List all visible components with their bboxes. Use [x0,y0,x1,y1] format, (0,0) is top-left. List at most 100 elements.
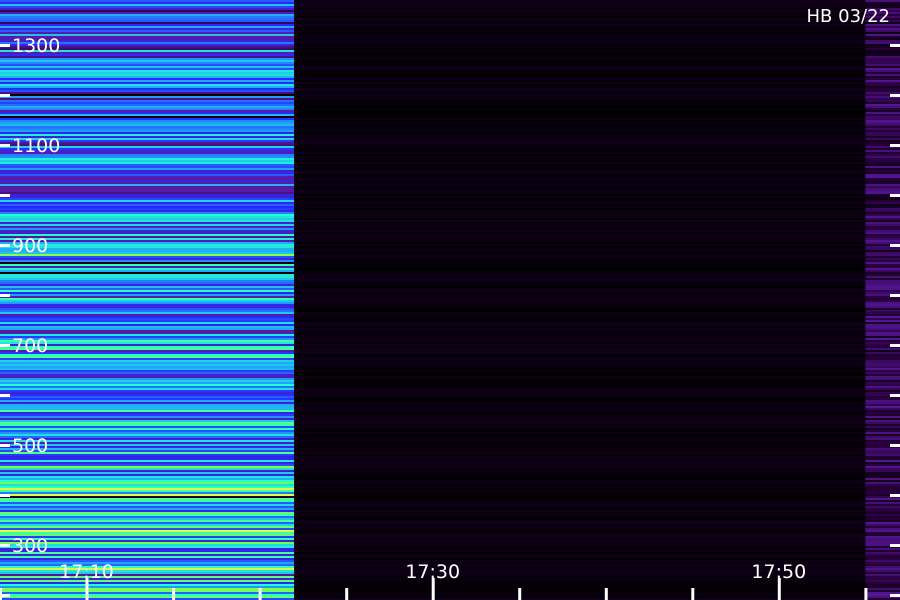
y-tick-right [890,594,900,597]
spectral-band [294,378,866,381]
spectral-band [865,214,900,217]
y-tick-right [890,294,900,297]
spectral-band [0,386,295,389]
spectral-band [294,204,866,207]
spectral-band [0,82,295,85]
spectral-band [865,62,900,65]
spectral-band [865,164,900,167]
spectral-band [294,238,866,241]
spectral-band [865,580,900,583]
spectral-band [865,500,900,503]
y-tick-left [0,44,10,47]
spectral-band [294,354,866,357]
spectral-band [865,274,900,277]
spectral-band [294,104,866,107]
spectral-band [865,104,900,107]
spectral-band [0,216,295,219]
spectral-band [865,110,900,113]
spectral-band [0,8,295,11]
spectral-band [0,2,295,5]
spectral-band [0,298,295,301]
spectral-band [865,200,900,203]
spectral-band [294,148,866,151]
spectral-band [0,404,295,407]
spectral-band [0,6,295,9]
spectral-band [0,120,295,123]
y-tick-right [890,94,900,97]
spectral-band [865,2,900,5]
spectral-band [0,180,295,183]
spectral-band [0,510,295,513]
spectral-band [0,494,295,497]
spectral-band [0,220,295,223]
spectral-band [865,288,900,291]
spectral-band [294,260,866,263]
spectral-band [294,352,866,355]
spectral-band [865,192,900,195]
spectral-band [294,74,866,77]
spectral-band [294,212,866,215]
spectral-band [294,70,866,73]
spectral-band [0,480,295,483]
spectral-band [0,506,295,509]
spectral-band [865,266,900,269]
spectral-band [0,286,295,289]
spectral-band [0,60,295,63]
spectral-band [294,26,866,29]
spectral-band [294,58,866,61]
spectral-band [294,512,866,515]
spectral-band [0,526,295,529]
spectral-band [294,558,866,561]
spectral-band [294,518,866,521]
spectral-band [294,288,866,291]
spectral-band [865,320,900,323]
spectral-band [294,42,866,45]
spectral-band [0,62,295,65]
spectral-band [294,278,866,281]
spectral-band [0,592,295,595]
spectral-band [865,154,900,157]
spectral-band [865,218,900,221]
y-tick-right [890,544,900,547]
spectral-band [865,256,900,259]
spectral-band [0,178,295,181]
spectral-band [0,594,295,597]
spectral-band [294,494,866,497]
spectral-band [865,448,900,451]
spectral-band [294,298,866,301]
spectral-band [0,230,295,233]
spectral-band [0,364,295,367]
spectral-band [294,202,866,205]
spectral-band [294,86,866,89]
spectral-band [0,392,295,395]
spectral-band [294,64,866,67]
spectral-band [865,78,900,81]
spectral-band [0,276,295,279]
spectral-band [294,0,866,3]
spectral-band [0,288,295,291]
spectral-band [294,528,866,531]
spectral-band [294,422,866,425]
spectral-band [0,104,295,107]
y-tick-label: 700 [12,335,48,357]
spectral-band [0,106,295,109]
spectral-band [294,420,866,423]
spectral-band [294,470,866,473]
spectral-band [865,564,900,567]
spectral-band [865,348,900,351]
spectral-band [294,486,866,489]
spectral-band [0,100,295,103]
spectral-band [294,220,866,223]
spectral-band [294,176,866,179]
spectral-band [294,450,866,453]
spectral-band [865,316,900,319]
spectral-band [294,72,866,75]
spectral-band [0,396,295,399]
spectral-band [0,214,295,217]
spectral-band [865,508,900,511]
spectral-band [0,472,295,475]
spectral-band [865,260,900,263]
spectral-band [865,426,900,429]
spectral-band [294,526,866,529]
spectral-band [865,304,900,307]
